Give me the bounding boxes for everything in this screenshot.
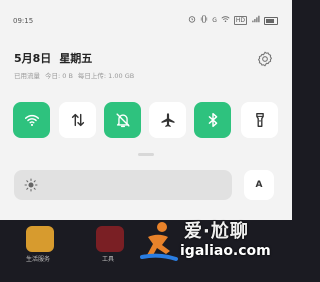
alarm-icon [188, 15, 196, 26]
flashlight-icon [255, 113, 264, 127]
network-type: G [212, 16, 217, 24]
date-heading: 5月8日 星期五 [14, 50, 92, 66]
settings-gear-icon[interactable] [256, 50, 274, 68]
app-icon-red[interactable] [96, 226, 124, 252]
usage-month: 每日上传: 1.00 GB [77, 72, 135, 80]
tile-airplane[interactable] [149, 102, 186, 138]
usage-label: 已用流量 [14, 72, 40, 80]
signal-icon [251, 15, 260, 26]
quick-settings-tiles [13, 102, 279, 138]
sun-icon [24, 178, 38, 192]
runner-logo-icon [140, 222, 178, 261]
wifi-status-icon [221, 15, 230, 26]
vibrate-icon [200, 15, 208, 26]
bluetooth-icon [208, 112, 217, 128]
watermark: 爱·尬聊 igaliao.com [140, 215, 290, 275]
battery-icon [264, 16, 278, 25]
watermark-cn: 爱·尬聊 [184, 221, 249, 242]
tile-flashlight[interactable] [241, 102, 278, 138]
auto-brightness-button[interactable]: A [244, 170, 274, 200]
watermark-url: igaliao.com [180, 243, 271, 259]
app-icon-orange[interactable] [26, 226, 54, 252]
data-arrows-icon [71, 113, 84, 127]
tile-wifi[interactable] [13, 102, 50, 138]
date-text: 5月8日 [14, 52, 52, 65]
tile-silent[interactable] [104, 102, 141, 138]
brightness-slider[interactable] [14, 170, 232, 200]
app-label-2: 工具 [102, 256, 115, 263]
shade-drag-handle[interactable] [138, 153, 154, 156]
status-time: 09:15 [13, 17, 34, 25]
hd-badge: HD [233, 16, 247, 25]
data-usage[interactable]: 已用流量 今日: 0 B 每日上传: 1.00 GB [14, 70, 139, 80]
tile-mobile-data[interactable] [59, 102, 96, 138]
app-label-1: 生活服务 [26, 256, 51, 263]
tile-bluetooth[interactable] [194, 102, 231, 138]
airplane-icon [161, 113, 174, 128]
weekday-text: 星期五 [59, 52, 93, 65]
status-bar: 09:15 G HD [0, 14, 292, 28]
bell-off-icon [115, 113, 130, 128]
wifi-icon [24, 114, 39, 127]
status-icons: G HD [188, 15, 278, 26]
usage-today: 今日: 0 B [45, 72, 73, 80]
notification-shade: 09:15 G HD 5月8日 星期五 已用流量 今日: 0 B 每日上传: 1.00… [0, 0, 292, 220]
